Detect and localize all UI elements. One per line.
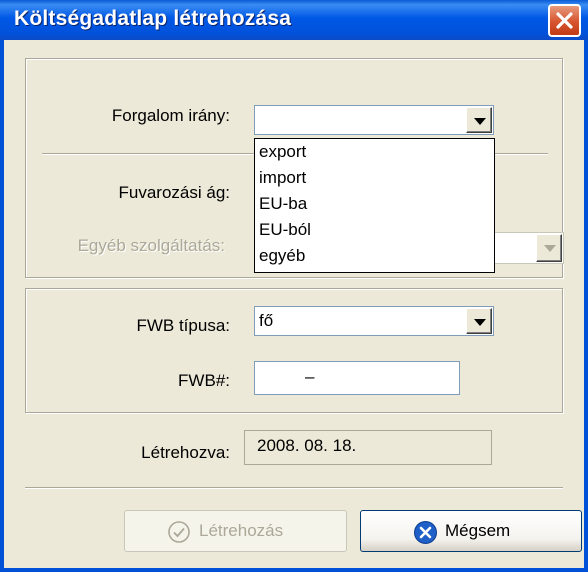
title-bar: Költségadatlap létrehozása (0, 0, 588, 40)
traffic-dropdown-list[interactable]: export import EU-ba EU-ból egyéb (254, 138, 495, 273)
create-button[interactable]: Létrehozás (124, 510, 347, 552)
traffic-select[interactable] (254, 105, 494, 135)
chevron-down-icon[interactable] (466, 308, 492, 334)
created-label: Létrehozva: (141, 443, 230, 462)
fwb-number-label: FWB#: (178, 371, 230, 390)
window-title: Költségadatlap létrehozása (14, 7, 292, 30)
fwb-type-value: fő (259, 311, 274, 330)
separator (25, 487, 563, 489)
other-service-label: Egyéb szolgáltatás: (77, 236, 225, 255)
dropdown-option[interactable]: export (255, 139, 494, 165)
transport-label: Fuvarozási ág: (118, 183, 231, 202)
dropdown-option[interactable]: egyéb (255, 243, 494, 269)
traffic-label: Forgalom irány: (111, 106, 230, 125)
chevron-down-icon (536, 234, 562, 262)
created-date-field: 2008. 08. 18. (244, 430, 492, 465)
dropdown-option[interactable]: import (255, 165, 494, 191)
created-date-value: 2008. 08. 18. (257, 436, 357, 455)
fwb-number-field[interactable]: – (254, 361, 460, 395)
fwb-number-value: – (305, 367, 315, 386)
close-button[interactable] (548, 4, 581, 37)
chevron-down-icon[interactable] (466, 107, 492, 133)
dropdown-option[interactable]: EU-ból (255, 217, 494, 243)
cancel-button-label: Mégsem (445, 521, 511, 540)
cancel-button[interactable]: Mégsem (360, 510, 582, 552)
x-circle-icon (414, 521, 437, 544)
create-button-label: Létrehozás (199, 521, 284, 540)
fwb-type-select[interactable]: fő (254, 306, 494, 336)
close-icon (556, 12, 573, 29)
check-circle-icon (168, 521, 190, 543)
dropdown-option[interactable]: EU-ba (255, 191, 494, 217)
fwb-type-label: FWB típusa: (136, 316, 230, 335)
